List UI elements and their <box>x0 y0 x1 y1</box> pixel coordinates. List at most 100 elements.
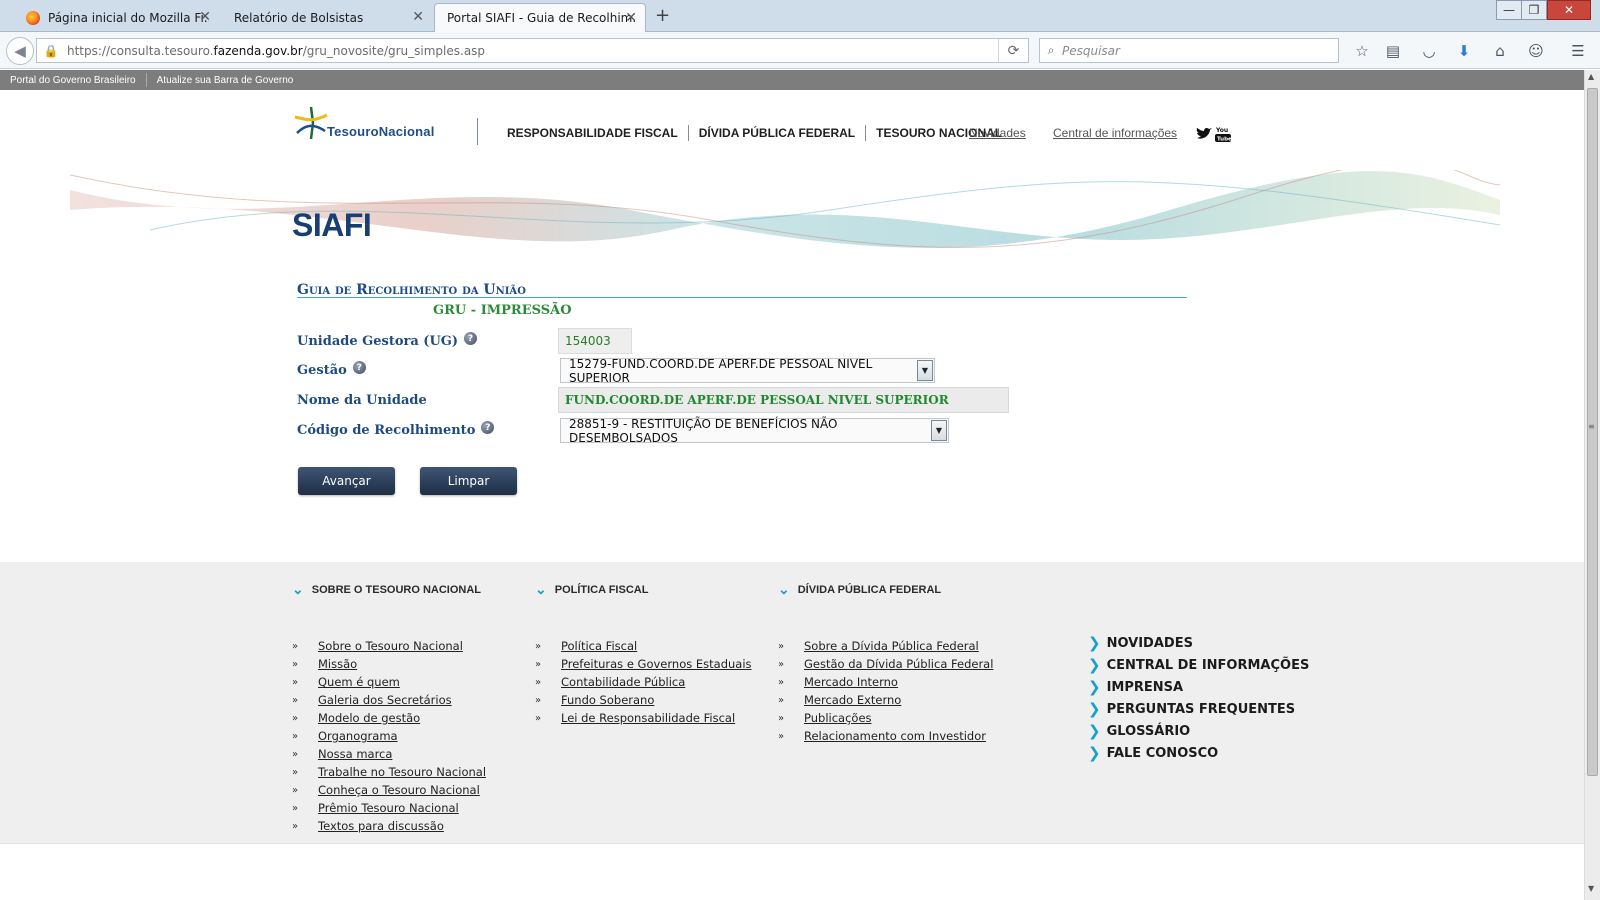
close-icon[interactable]: ✕ <box>199 9 211 25</box>
codigo-select-value: 28851-9 - RESTITUIÇÃO DE BENEFÍCIOS NÃO … <box>569 416 838 445</box>
list-item[interactable]: » Mercado Interno <box>778 673 993 691</box>
tab-label: Relatório de Bolsistas <box>234 10 364 25</box>
gestao-label-text: Gestão <box>297 363 347 378</box>
double-chevron-icon: » <box>292 802 298 814</box>
list-item[interactable]: » Galeria dos Secretários <box>292 691 486 709</box>
list-item[interactable]: » Relacionamento com Investidor <box>778 727 993 745</box>
chevron-right-icon: ❯ <box>1088 678 1101 696</box>
chevron-down-icon: ⌄ <box>292 581 304 597</box>
list-item[interactable]: » Quem é quem <box>292 673 486 691</box>
double-chevron-icon: » <box>292 784 298 796</box>
list-item[interactable]: » Sobre a Dívida Pública Federal <box>778 637 993 655</box>
list-item[interactable]: » Fundo Soberano <box>535 691 752 709</box>
ug-label: Unidade Gestora (UG) ? <box>297 332 478 349</box>
list-item[interactable]: » Mercado Externo <box>778 691 993 709</box>
list-item[interactable]: » Missão <box>292 655 486 673</box>
reading-list-icon[interactable]: ▤ <box>1382 40 1404 62</box>
back-icon[interactable]: ◀ <box>6 37 34 65</box>
scroll-up-icon[interactable]: ▲ <box>1588 72 1594 81</box>
atualize-barra-link[interactable]: Atualize sua Barra de Governo <box>147 75 304 86</box>
title-underline <box>297 297 1187 298</box>
chevron-down-icon[interactable]: ▼ <box>917 360 933 381</box>
decorative-wave <box>70 170 1500 248</box>
quick-link-central[interactable]: ❯ CENTRAL DE INFORMAÇÕES <box>1088 654 1309 676</box>
tesouro-nacional-logo[interactable]: TesouroNacional <box>291 105 435 141</box>
list-item[interactable]: » Gestão da Dívida Pública Federal <box>778 655 993 673</box>
list-item[interactable]: » Prêmio Tesouro Nacional <box>292 799 486 817</box>
help-icon[interactable]: ? <box>481 421 495 434</box>
list-item[interactable]: » Nossa marca <box>292 745 486 763</box>
scroll-down-icon[interactable]: ▼ <box>1588 884 1594 893</box>
tab-mozilla-home[interactable]: Página inicial do Mozilla Fi... ✕ <box>14 3 219 32</box>
url-bar[interactable]: 🔒 https://consulta.tesouro.fazenda.gov.b… <box>36 38 1029 63</box>
tab-label: Portal SIAFI - Guia de Recolhim... <box>447 11 635 25</box>
close-icon[interactable]: ✕ <box>412 9 424 25</box>
footer-col-politica-title[interactable]: ⌄ POLÍTICA FISCAL <box>535 581 648 598</box>
list-item[interactable]: » Prefeituras e Governos Estaduais <box>535 655 752 673</box>
footer-col-divida-title[interactable]: ⌄ DÍVIDA PÚBLICA FEDERAL <box>778 581 941 598</box>
gestao-select-value: 15279-FUND.COORD.DE APERF.DE PESSOAL NIV… <box>569 356 873 385</box>
list-item[interactable]: » Sobre o Tesouro Nacional <box>292 637 486 655</box>
quick-link-glossario[interactable]: ❯ GLOSSÁRIO <box>1088 720 1309 742</box>
scroll-grip-icon: ≡ <box>1588 422 1595 431</box>
tab-relatorio-bolsistas[interactable]: Relatório de Bolsistas ✕ <box>222 3 432 32</box>
help-icon[interactable]: ? <box>352 361 366 374</box>
quick-link-fale-conosco[interactable]: ❯ FALE CONOSCO <box>1088 742 1309 764</box>
double-chevron-icon: » <box>292 748 298 760</box>
list-item[interactable]: » Textos para discussão <box>292 817 486 835</box>
lock-icon[interactable]: 🔒 <box>41 44 61 58</box>
list-item[interactable]: » Organograma <box>292 727 486 745</box>
window-close-button[interactable]: ✕ <box>1547 0 1591 20</box>
help-icon[interactable]: ? <box>464 332 478 345</box>
download-icon[interactable]: ⬇ <box>1453 40 1475 62</box>
list-item[interactable]: » Conheça o Tesouro Nacional <box>292 781 486 799</box>
quick-link-perguntas[interactable]: ❯ PERGUNTAS FREQUENTES <box>1088 698 1309 720</box>
close-icon[interactable]: ✕ <box>625 10 637 26</box>
svg-text:You: You <box>1215 127 1228 134</box>
footer-col-sobre-title[interactable]: ⌄ SOBRE O TESOURO NACIONAL <box>292 581 481 598</box>
chevron-down-icon[interactable]: ▼ <box>931 420 947 441</box>
list-item[interactable]: » Modelo de gestão <box>292 709 486 727</box>
youtube-icon[interactable]: You Tube <box>1214 125 1232 143</box>
scroll-thumb[interactable] <box>1587 88 1598 776</box>
restore-button[interactable]: ❐ <box>1521 0 1547 20</box>
avancar-button[interactable]: Avançar <box>298 467 395 495</box>
chat-icon[interactable]: ☺ <box>1525 40 1547 62</box>
novidades-link[interactable]: Novidades <box>969 126 1026 140</box>
chevron-right-icon: ❯ <box>1088 656 1101 674</box>
list-item[interactable]: » Trabalhe no Tesouro Nacional <box>292 763 486 781</box>
double-chevron-icon: » <box>535 694 541 706</box>
gov-bar: Portal do Governo Brasileiro Atualize su… <box>0 70 1584 90</box>
double-chevron-icon: » <box>535 658 541 670</box>
quick-link-novidades[interactable]: ❯ NOVIDADES <box>1088 632 1309 654</box>
site-header: TesouroNacional RESPONSABILIDADE FISCAL … <box>0 90 1584 260</box>
nav-divida-publica[interactable]: DÍVIDA PÚBLICA FEDERAL <box>689 125 867 141</box>
double-chevron-icon: » <box>778 658 784 670</box>
codigo-select[interactable]: 28851-9 - RESTITUIÇÃO DE BENEFÍCIOS NÃO … <box>560 416 949 445</box>
form-subtitle: GRU - IMPRESSÃO <box>433 303 572 318</box>
nav-responsabilidade-fiscal[interactable]: RESPONSABILIDADE FISCAL <box>507 125 689 141</box>
home-icon[interactable]: ⌂ <box>1489 40 1511 62</box>
list-item[interactable]: » Publicações <box>778 709 993 727</box>
list-item[interactable]: » Política Fiscal <box>535 637 752 655</box>
chevron-right-icon: ❯ <box>1088 744 1101 762</box>
limpar-button[interactable]: Limpar <box>420 467 517 495</box>
list-item[interactable]: » Lei de Responsabilidade Fiscal <box>535 709 752 727</box>
reload-icon[interactable]: ⟳ <box>998 39 1028 62</box>
logo-star-icon <box>294 106 328 140</box>
central-informacoes-link[interactable]: Central de informações <box>1053 126 1177 140</box>
pocket-icon[interactable]: ◡ <box>1418 40 1440 62</box>
ug-field[interactable]: 154003 <box>558 328 632 354</box>
list-item[interactable]: » Contabilidade Pública <box>535 673 752 691</box>
new-tab-button[interactable]: + <box>655 5 670 26</box>
twitter-icon[interactable] <box>1196 127 1212 141</box>
gestao-select[interactable]: 15279-FUND.COORD.DE APERF.DE PESSOAL NIV… <box>560 356 935 385</box>
portal-gov-link[interactable]: Portal do Governo Brasileiro <box>0 75 146 86</box>
search-input[interactable]: ⌕ Pesquisar <box>1039 38 1339 63</box>
menu-icon[interactable]: ☰ <box>1567 40 1589 62</box>
page-scrollbar[interactable]: ▲ ≡ ▼ <box>1584 70 1600 900</box>
tab-portal-siafi[interactable]: Portal SIAFI - Guia de Recolhim... ✕ <box>434 3 646 32</box>
bookmark-star-icon[interactable]: ☆ <box>1351 40 1373 62</box>
quick-link-imprensa[interactable]: ❯ IMPRENSA <box>1088 676 1309 698</box>
minimize-button[interactable]: — <box>1496 0 1522 20</box>
